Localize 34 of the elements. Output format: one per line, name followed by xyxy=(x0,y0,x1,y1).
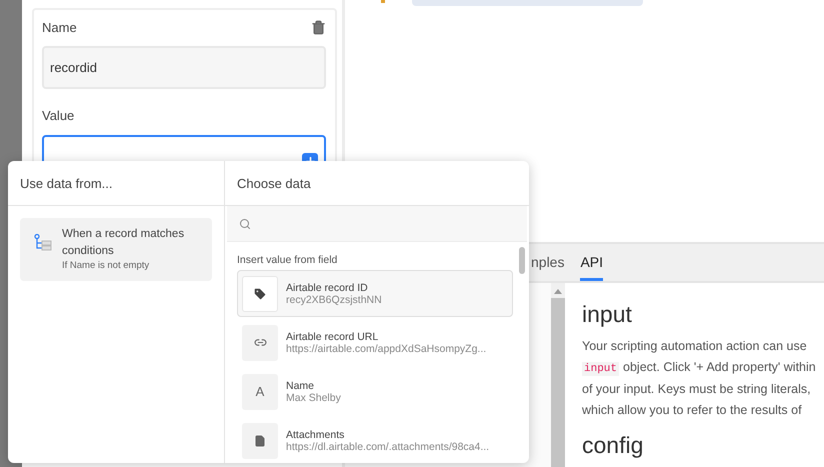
search-icon xyxy=(239,218,251,230)
trash-icon[interactable] xyxy=(311,20,326,35)
field-title: Name xyxy=(286,380,316,392)
section-heading: config xyxy=(582,432,644,459)
field-title: Airtable record URL xyxy=(286,330,380,342)
search-field[interactable] xyxy=(227,206,527,242)
field-title: Airtable record ID xyxy=(286,282,369,294)
field-label: Name xyxy=(42,20,77,35)
field-value: https://dl.airtable.com/.attachments/98ca4... xyxy=(286,440,490,452)
section-label: Insert value from field xyxy=(237,254,338,266)
name-input[interactable]: recordid xyxy=(42,46,326,89)
field-label: Value xyxy=(42,108,74,123)
field-value: Max Shelby xyxy=(286,392,341,404)
field-title: Attachments xyxy=(286,428,346,440)
scroll-thumb[interactable] xyxy=(519,247,525,274)
scroll-up-icon[interactable] xyxy=(554,289,562,294)
inline-code: input xyxy=(582,362,620,376)
api-paragraph: Your scripting automation action can use input object. Click '+ Add property' within of your input. Keys must be string literals, which allow you to refer to the results of xyxy=(582,338,817,419)
source-subtitle: If Name is not empty xyxy=(62,260,150,271)
code-glyph xyxy=(381,0,385,3)
scrollbar[interactable] xyxy=(551,283,565,467)
tag-icon xyxy=(253,286,267,300)
tab[interactable]: nples xyxy=(531,244,564,281)
conditions-tree-icon xyxy=(34,234,52,252)
section-heading: input xyxy=(582,301,633,328)
tab[interactable]: API xyxy=(580,244,604,281)
field-value: recy2XB6QzsjsthNN xyxy=(286,294,382,306)
field-value: https://airtable.com/appdXdSaHsompyZg... xyxy=(286,342,486,354)
text-field-icon: A xyxy=(256,384,264,399)
source-item[interactable]: When a record matches conditions If Name is not empty xyxy=(20,218,212,281)
file-icon xyxy=(254,434,266,446)
column-header: Use data from... xyxy=(8,161,224,206)
source-title: When a record matches conditions xyxy=(62,227,186,259)
field-option[interactable]: Airtable record ID recy2XB6QzsjsthNN xyxy=(237,270,513,317)
